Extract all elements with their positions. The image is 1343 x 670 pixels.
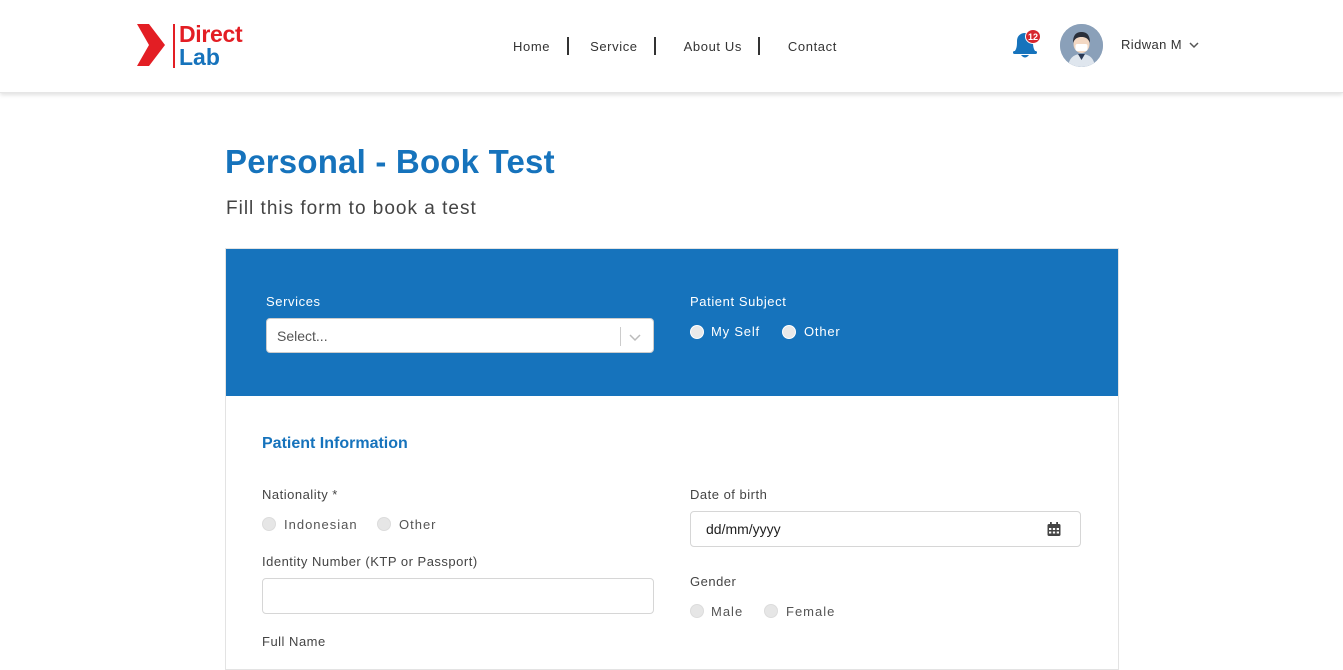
- full-name-label: Full Name: [262, 634, 326, 649]
- radio-subject-other-label[interactable]: Other: [804, 324, 841, 339]
- identity-number-input[interactable]: [262, 578, 654, 614]
- select-separator: [620, 327, 621, 346]
- service-selection-panel: Services Select... Patient Subject My Se…: [226, 249, 1118, 396]
- chevron-down-icon[interactable]: [1188, 39, 1200, 51]
- radio-my-self-label[interactable]: My Self: [711, 324, 760, 339]
- nav-separator: [757, 37, 760, 55]
- avatar[interactable]: [1060, 24, 1103, 67]
- directlab-logo[interactable]: Direct Lab: [133, 21, 248, 70]
- services-select[interactable]: Select...: [266, 318, 654, 353]
- radio-nationality-other[interactable]: [377, 517, 391, 531]
- patient-subject-label: Patient Subject: [690, 294, 787, 309]
- nav-separator: [653, 37, 656, 55]
- page-title: Personal - Book Test: [225, 143, 555, 180]
- chevron-down-icon[interactable]: [628, 330, 642, 344]
- logo-divider: [173, 24, 175, 68]
- services-select-placeholder: Select...: [277, 328, 328, 344]
- date-of-birth-placeholder: dd/mm/yyyy: [706, 521, 781, 537]
- nationality-label: Nationality *: [262, 487, 338, 502]
- logo-chevron-icon: [137, 24, 165, 66]
- patient-information-title: Patient Information: [262, 435, 408, 452]
- nav-home[interactable]: Home: [513, 39, 550, 54]
- date-of-birth-label: Date of birth: [690, 487, 768, 502]
- radio-nationality-other-label[interactable]: Other: [399, 517, 437, 532]
- radio-male[interactable]: [690, 604, 704, 618]
- nav-service[interactable]: Service: [590, 39, 638, 54]
- date-of-birth-input[interactable]: dd/mm/yyyy: [690, 511, 1081, 547]
- radio-my-self[interactable]: [690, 325, 704, 339]
- identity-number-label: Identity Number (KTP or Passport): [262, 554, 478, 569]
- nav-about-us[interactable]: About Us: [684, 39, 742, 54]
- nav-separator: [567, 37, 570, 55]
- top-header: Direct Lab Home Service About Us Contact…: [0, 0, 1343, 93]
- page-subtitle: Fill this form to book a test: [226, 198, 477, 219]
- gender-label: Gender: [690, 574, 737, 589]
- radio-female-label[interactable]: Female: [786, 604, 835, 619]
- radio-male-label[interactable]: Male: [711, 604, 743, 619]
- calendar-icon[interactable]: [1046, 521, 1062, 537]
- logo-text-lab: Lab: [179, 44, 220, 70]
- booking-form-card: Services Select... Patient Subject My Se…: [225, 248, 1119, 670]
- main-nav: Home Service About Us Contact: [505, 36, 837, 56]
- radio-subject-other[interactable]: [782, 325, 796, 339]
- services-label: Services: [266, 294, 321, 309]
- radio-female[interactable]: [764, 604, 778, 618]
- avatar-illustration: [1060, 24, 1103, 67]
- nav-contact[interactable]: Contact: [788, 39, 837, 54]
- radio-indonesian[interactable]: [262, 517, 276, 531]
- user-name[interactable]: Ridwan M: [1121, 37, 1182, 52]
- notification-badge: 12: [1025, 29, 1041, 44]
- radio-indonesian-label[interactable]: Indonesian: [284, 517, 358, 532]
